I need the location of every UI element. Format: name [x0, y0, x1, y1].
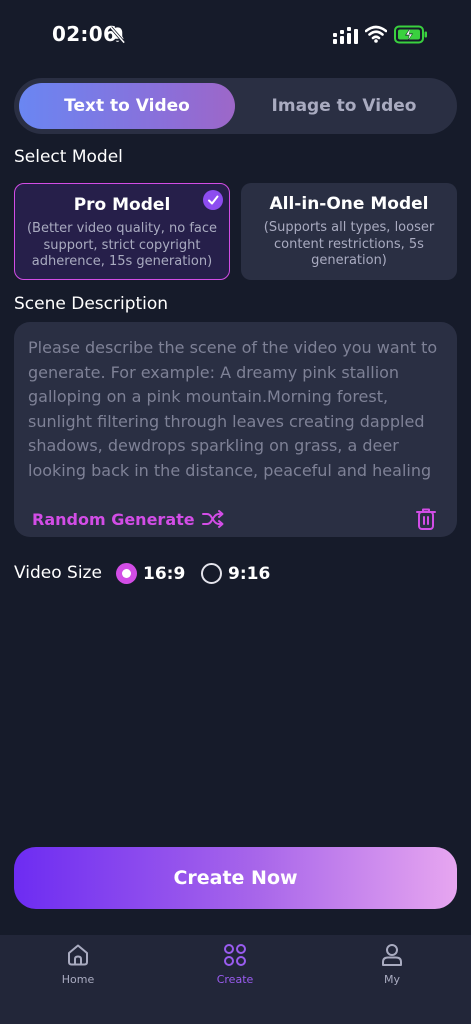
scene-description-label: Scene Description	[14, 294, 169, 314]
model-description: (Better video quality, no face support, …	[26, 221, 218, 269]
nav-item-create[interactable]: Create	[185, 942, 285, 986]
bottom-nav: Home Create My	[0, 935, 471, 1024]
mode-tabs: Text to Video Image to Video	[14, 78, 457, 134]
battery-charging-icon	[394, 25, 427, 44]
select-model-label: Select Model	[14, 147, 123, 167]
check-icon	[203, 190, 223, 210]
random-generate-button[interactable]: Random Generate	[32, 509, 225, 529]
trash-icon[interactable]	[415, 507, 437, 531]
app-screen: 02:06 Text to Video Image to Video Selec…	[0, 0, 471, 1024]
radio-label: 9:16	[228, 563, 271, 584]
radio-unchecked-icon	[201, 563, 222, 584]
signal-icon	[333, 27, 358, 44]
bell-off-icon	[109, 26, 126, 44]
scene-description-input[interactable]	[28, 336, 443, 486]
shuffle-icon	[201, 510, 224, 528]
nav-item-home[interactable]: Home	[28, 942, 128, 986]
scene-description-box: Random Generate	[14, 322, 457, 537]
video-size-16-9-radio[interactable]: 16:9	[116, 563, 185, 584]
radio-checked-icon	[116, 563, 137, 584]
model-card-pro[interactable]: Pro Model (Better video quality, no face…	[14, 183, 230, 280]
model-title: Pro Model	[73, 195, 171, 215]
model-description: (Supports all types, looser content rest…	[263, 220, 435, 268]
model-title: All-in-One Model	[269, 194, 429, 214]
nav-label-create: Create	[216, 973, 254, 986]
home-icon	[68, 944, 88, 966]
video-size-label: Video Size	[14, 563, 102, 583]
radio-label: 16:9	[143, 563, 186, 584]
create-icon	[224, 944, 246, 966]
tab-text-to-video[interactable]: Text to Video	[19, 83, 235, 129]
nav-label-my: My	[383, 973, 400, 986]
create-now-button[interactable]: Create Now	[14, 847, 457, 909]
model-card-all-in-one[interactable]: All-in-One Model (Supports all types, lo…	[241, 183, 457, 280]
tab-image-to-video[interactable]: Image to Video	[236, 83, 452, 129]
nav-item-my[interactable]: My	[342, 942, 442, 986]
profile-icon	[382, 944, 402, 966]
random-generate-label: Random Generate	[32, 509, 195, 529]
status-bar: 02:06	[0, 0, 471, 70]
nav-label-home: Home	[61, 973, 95, 986]
video-size-9-16-radio[interactable]: 9:16	[201, 563, 270, 584]
wifi-icon	[365, 25, 387, 43]
